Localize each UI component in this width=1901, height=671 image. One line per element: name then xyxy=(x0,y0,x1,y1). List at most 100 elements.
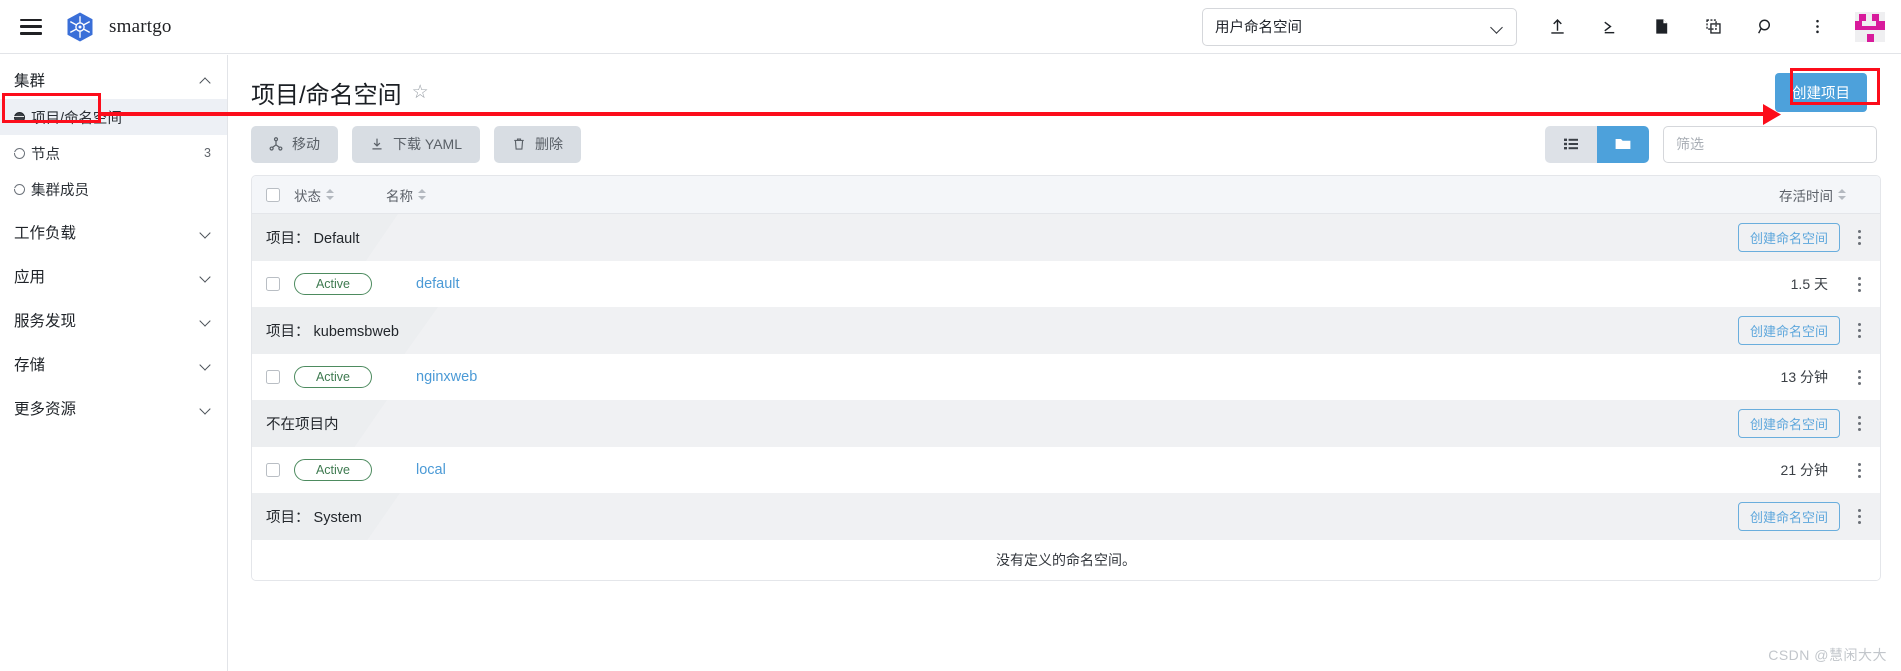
more-vertical-icon[interactable] xyxy=(1791,0,1843,54)
table-group-header: 不在项目内 创建命名空间 xyxy=(252,400,1880,447)
star-icon[interactable]: ☆ xyxy=(412,83,429,102)
sidebar-group-workloads[interactable]: 工作负载 xyxy=(0,213,227,251)
row-checkbox[interactable] xyxy=(266,463,280,477)
table-row: Active nginxweb 13 分钟 xyxy=(252,354,1880,400)
brand-name: smartgo xyxy=(109,15,172,37)
hamburger-icon[interactable] xyxy=(20,18,42,35)
sidebar-item-cluster-members[interactable]: 集群成员 xyxy=(0,171,227,207)
title-row: 项目/命名空间 ☆ 创建项目 xyxy=(229,55,1901,112)
namespace-link[interactable]: nginxweb xyxy=(416,369,477,385)
upload-icon[interactable] xyxy=(1531,0,1583,54)
main-content: 项目/命名空间 ☆ 创建项目 移动 下载 YAML 删除 筛选 状态 名称 存活… xyxy=(229,55,1901,671)
sidebar-group-label: 更多资源 xyxy=(14,401,77,418)
sort-icon xyxy=(418,188,426,201)
create-namespace-button[interactable]: 创建命名空间 xyxy=(1737,409,1840,438)
action-toolbar: 移动 下载 YAML 删除 xyxy=(229,107,1901,169)
chevron-up-icon xyxy=(200,77,211,84)
delete-button-label: 删除 xyxy=(534,136,563,152)
column-header-state[interactable]: 状态 xyxy=(294,185,386,205)
top-header: smartgo 用户命名空间 xyxy=(0,0,1901,54)
group-label: 项目： Default xyxy=(252,227,359,248)
move-button[interactable]: 移动 xyxy=(251,125,338,163)
table-group-header: 项目： System 创建命名空间 xyxy=(252,493,1880,540)
row-menu-icon[interactable] xyxy=(1846,317,1872,345)
group-label: 项目： kubemsbweb xyxy=(252,320,399,341)
row-checkbox[interactable] xyxy=(266,277,280,291)
download-yaml-button-label: 下载 YAML xyxy=(393,136,462,152)
row-menu-icon[interactable] xyxy=(1846,270,1872,298)
header-icon-group xyxy=(1531,0,1843,54)
sidebar-item-projects-namespaces[interactable]: 项目/命名空间 xyxy=(0,99,227,135)
sidebar-group-storage[interactable]: 存储 xyxy=(0,345,227,383)
group-prefix: 项目： xyxy=(266,510,310,526)
sidebar-group-label: 工作负载 xyxy=(14,225,77,242)
shell-icon[interactable] xyxy=(1583,0,1635,54)
sidebar-group-cluster[interactable]: 集群 xyxy=(0,61,227,99)
row-age: 1.5 天 xyxy=(1790,276,1828,292)
chevron-down-icon xyxy=(200,273,211,280)
status-badge: Active xyxy=(294,459,372,481)
sidebar-group-apps[interactable]: 应用 xyxy=(0,257,227,295)
row-age: 21 分钟 xyxy=(1780,462,1828,478)
sidebar-group-service-discovery[interactable]: 服务发现 xyxy=(0,301,227,339)
watermark: CSDN @慧闲大大 xyxy=(1768,647,1887,663)
sort-icon xyxy=(326,188,334,201)
app-root: smartgo 用户命名空间 集群 项目/命名空间 节点 3 集群成员 工作负载… xyxy=(0,0,1901,671)
globe-icon xyxy=(13,111,25,123)
namespace-link[interactable]: default xyxy=(416,276,460,292)
file-icon[interactable] xyxy=(1635,0,1687,54)
sidebar-item-label: 项目/命名空间 xyxy=(31,110,123,127)
sidebar-group-label: 应用 xyxy=(14,269,46,286)
status-badge: Active xyxy=(294,366,372,388)
column-header-name-label: 名称 xyxy=(386,188,413,204)
row-checkbox[interactable] xyxy=(266,370,280,384)
sidebar-group-more-resources[interactable]: 更多资源 xyxy=(0,389,227,427)
column-header-state-label: 状态 xyxy=(294,188,321,204)
sidebar-item-label: 集群成员 xyxy=(31,182,89,199)
create-namespace-button[interactable]: 创建命名空间 xyxy=(1737,223,1840,252)
namespace-link[interactable]: local xyxy=(416,462,446,478)
chevron-down-icon xyxy=(200,229,211,236)
create-namespace-button[interactable]: 创建命名空间 xyxy=(1737,316,1840,345)
row-menu-icon[interactable] xyxy=(1846,503,1872,531)
row-menu-icon[interactable] xyxy=(1846,456,1872,484)
status-badge: Active xyxy=(294,273,372,295)
table-header-row: 状态 名称 存活时间 xyxy=(252,176,1880,214)
row-menu-icon[interactable] xyxy=(1846,224,1872,252)
view-toggle xyxy=(1545,125,1649,163)
sidebar-item-nodes[interactable]: 节点 3 xyxy=(0,135,227,171)
sidebar-item-label: 节点 xyxy=(31,146,60,163)
table-group-header: 项目： Default 创建命名空间 xyxy=(252,214,1880,261)
sidebar-item-count: 3 xyxy=(204,146,211,160)
group-name: kubemsbweb xyxy=(313,324,399,340)
delete-button[interactable]: 删除 xyxy=(493,125,581,163)
list-view-icon[interactable] xyxy=(1545,125,1597,163)
avatar[interactable] xyxy=(1855,11,1885,42)
sidebar-group-label: 服务发现 xyxy=(14,313,77,330)
chevron-down-icon xyxy=(200,317,211,324)
namespaces-table: 状态 名称 存活时间 项目： Default 创建命名空间 Active def… xyxy=(251,175,1881,581)
group-name: Default xyxy=(313,231,360,247)
download-yaml-button[interactable]: 下载 YAML xyxy=(352,125,480,163)
row-menu-icon[interactable] xyxy=(1846,410,1872,438)
copy-icon[interactable] xyxy=(1687,0,1739,54)
sidebar-group-label: 集群 xyxy=(14,73,46,90)
select-all-checkbox[interactable] xyxy=(266,187,280,202)
group-view-icon[interactable] xyxy=(1597,125,1649,163)
namespace-selector[interactable]: 用户命名空间 xyxy=(1202,7,1517,46)
create-project-button[interactable]: 创建项目 xyxy=(1775,72,1867,112)
group-label: 项目： System xyxy=(252,506,362,527)
empty-state-text: 没有定义的命名空间。 xyxy=(252,540,1880,580)
globe-icon xyxy=(13,147,25,159)
table-row: Active default 1.5 天 xyxy=(252,261,1880,307)
search-icon[interactable] xyxy=(1739,0,1791,54)
column-header-age[interactable]: 存活时间 xyxy=(1716,185,1866,205)
group-label: 不在项目内 xyxy=(252,413,339,434)
column-header-name[interactable]: 名称 xyxy=(386,185,1716,205)
create-namespace-button[interactable]: 创建命名空间 xyxy=(1737,502,1840,531)
filter-input[interactable] xyxy=(1663,125,1877,163)
column-header-age-label: 存活时间 xyxy=(1779,188,1833,204)
sidebar: 集群 项目/命名空间 节点 3 集群成员 工作负载 应用 服务发现 存储 更多资… xyxy=(0,55,228,671)
move-button-label: 移动 xyxy=(292,136,320,152)
row-menu-icon[interactable] xyxy=(1846,363,1872,391)
